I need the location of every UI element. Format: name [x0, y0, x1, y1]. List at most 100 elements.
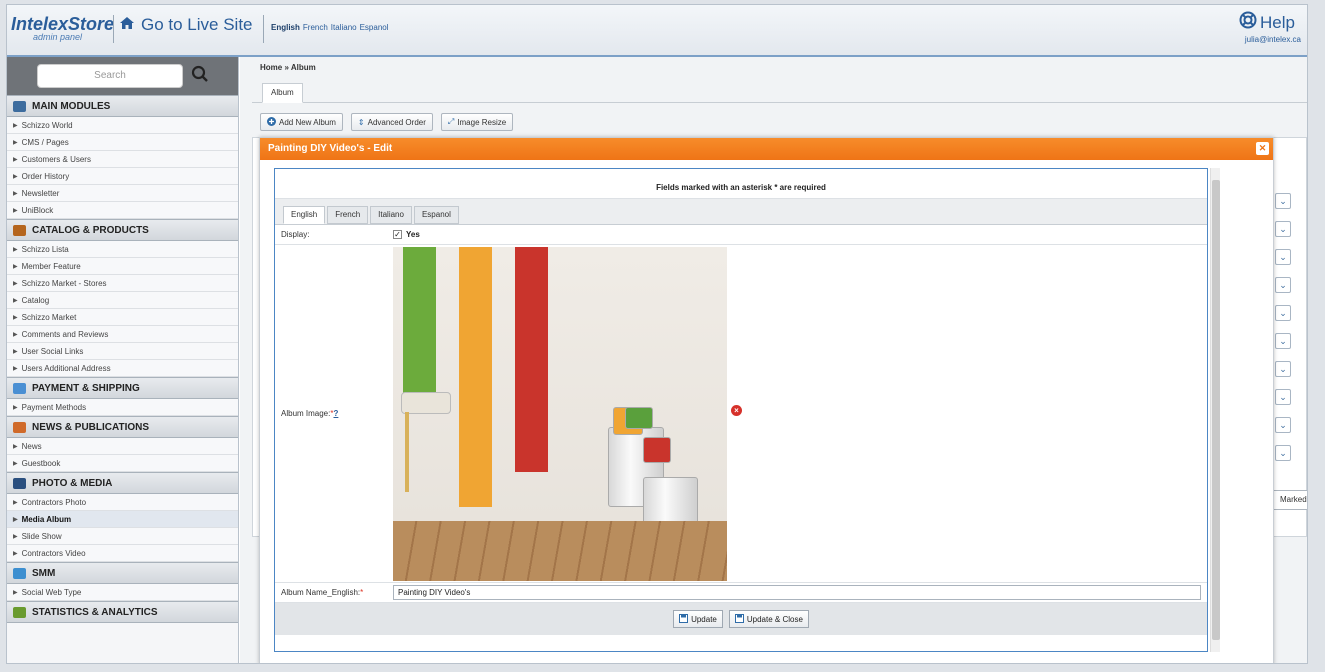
sidebar-item-label: Comments and Reviews — [21, 329, 109, 339]
paint-can-red — [643, 437, 671, 463]
language-tabs: English French Italiano Espanol — [275, 199, 1207, 225]
tab-italiano[interactable]: Italiano — [370, 206, 412, 224]
sidebar-item[interactable]: ▶ Comments and Reviews — [7, 326, 238, 343]
chevron-down-icon[interactable]: ⌄ — [1275, 445, 1291, 461]
section-icon — [13, 606, 26, 618]
sidebar-item-label: Contractors Video — [21, 548, 86, 558]
sidebar-item-label: UniBlock — [21, 205, 54, 215]
chevron-down-icon[interactable]: ⌄ — [1275, 249, 1291, 265]
section-icon — [13, 224, 26, 236]
sidebar: Search MAIN MODULES ▶ Schizzo World ▶ CMS / … — [7, 57, 239, 663]
section-title: NEWS & PUBLICATIONS — [32, 421, 150, 433]
sidebar-search: Search — [7, 57, 238, 95]
section-title: SMM — [32, 567, 56, 579]
sidebar-section-header[interactable]: CATALOG & PRODUCTS — [7, 219, 238, 241]
sidebar-item[interactable]: ▶ Newsletter — [7, 185, 238, 202]
add-new-album-button[interactable]: Add New Album — [260, 113, 343, 131]
sidebar-item-label: Media Album — [21, 514, 72, 524]
chevron-right-icon: ▶ — [13, 263, 18, 270]
chevron-right-icon: ▶ — [13, 297, 18, 304]
go-to-live-site-link[interactable]: Go to Live Site — [119, 15, 253, 35]
remove-image-icon[interactable]: × — [731, 405, 742, 416]
chevron-down-icon[interactable]: ⌄ — [1275, 361, 1291, 377]
tab-album[interactable]: Album — [262, 83, 303, 103]
update-button[interactable]: Update — [673, 610, 723, 628]
chevron-down-icon[interactable]: ⌄ — [1275, 221, 1291, 237]
sidebar-item[interactable]: ▶ Contractors Photo — [7, 494, 238, 511]
roller-handle — [405, 412, 409, 492]
sidebar-item[interactable]: ▶ Schizzo Market - Stores — [7, 275, 238, 292]
sidebar-section-header[interactable]: PHOTO & MEDIA — [7, 472, 238, 494]
close-icon[interactable]: ✕ — [1256, 142, 1269, 155]
sidebar-item[interactable]: ▶ Media Album — [7, 511, 238, 528]
lang-english[interactable]: English — [271, 23, 300, 32]
sidebar-section-header[interactable]: SMM — [7, 562, 238, 584]
sidebar-item-label: Newsletter — [21, 188, 60, 198]
sidebar-section-header[interactable]: STATISTICS & ANALYTICS — [7, 601, 238, 623]
sidebar-item[interactable]: ▶ User Social Links — [7, 343, 238, 360]
sidebar-item[interactable]: ▶ Schizzo Market — [7, 309, 238, 326]
search-icon[interactable] — [189, 65, 211, 87]
sidebar-item[interactable]: ▶ Customers & Users — [7, 151, 238, 168]
sidebar-item-label: Contractors Photo — [21, 497, 87, 507]
chevron-down-icon[interactable]: ⌄ — [1275, 417, 1291, 433]
save-icon — [679, 613, 689, 625]
sidebar-section-header[interactable]: NEWS & PUBLICATIONS — [7, 416, 238, 438]
advanced-order-button[interactable]: ⇕ Advanced Order — [350, 113, 433, 131]
update-close-button[interactable]: Update & Close — [728, 610, 809, 628]
green-paint-stripe — [403, 247, 436, 412]
sidebar-item[interactable]: ▶ Catalog — [7, 292, 238, 309]
sidebar-item[interactable]: ▶ Schizzo Lista — [7, 241, 238, 258]
sidebar-item[interactable]: ▶ Member Feature — [7, 258, 238, 275]
help-link[interactable]: Help — [1239, 11, 1295, 34]
add-new-album-label: Add New Album — [279, 117, 336, 127]
sidebar-section-header[interactable]: PAYMENT & SHIPPING — [7, 377, 238, 399]
search-input[interactable]: Search — [37, 64, 183, 88]
chevron-down-icon[interactable]: ⌄ — [1275, 193, 1291, 209]
section-icon — [13, 567, 26, 579]
dialog-scrollbar[interactable] — [1210, 168, 1220, 652]
sidebar-item[interactable]: ▶ News — [7, 438, 238, 455]
chevron-down-icon[interactable]: ⌄ — [1275, 333, 1291, 349]
sidebar-section-header[interactable]: MAIN MODULES — [7, 95, 238, 117]
lang-espanol[interactable]: Espanol — [360, 23, 389, 32]
live-site-label: Go to Live Site — [141, 15, 253, 34]
home-icon — [119, 15, 135, 35]
display-checkbox[interactable]: ✓ — [393, 230, 402, 239]
sidebar-item[interactable]: ▶ Guestbook — [7, 455, 238, 472]
display-row: Display: ✓ Yes — [275, 225, 1207, 245]
sidebar-item-label: Member Feature — [21, 261, 81, 271]
help-label: Help — [1260, 12, 1295, 32]
chevron-down-icon[interactable]: ⌄ — [1275, 305, 1291, 321]
tab-french[interactable]: French — [327, 206, 369, 224]
sidebar-item[interactable]: ▶ Order History — [7, 168, 238, 185]
help-icon[interactable]: ? — [333, 409, 338, 418]
sidebar-item[interactable]: ▶ CMS / Pages — [7, 134, 238, 151]
chevron-down-icon[interactable]: ⌄ — [1275, 389, 1291, 405]
lang-french[interactable]: French — [303, 23, 328, 32]
tab-english[interactable]: English — [283, 206, 326, 224]
lang-italiano[interactable]: Italiano — [331, 23, 357, 32]
chevron-right-icon: ▶ — [13, 173, 18, 180]
sidebar-item[interactable]: ▶ Schizzo World — [7, 117, 238, 134]
user-email[interactable]: julia@intelex.ca — [1245, 35, 1301, 44]
sidebar-item[interactable]: ▶ Payment Methods — [7, 399, 238, 416]
sidebar-item[interactable]: ▶ Contractors Video — [7, 545, 238, 562]
admin-app-window: IntelexStore admin panel Go to Live Site… — [6, 4, 1308, 664]
dialog-title: Painting DIY Video's - Edit — [268, 143, 393, 154]
logo[interactable]: IntelexStore — [11, 15, 114, 33]
sidebar-item[interactable]: ▶ Slide Show — [7, 528, 238, 545]
sidebar-item[interactable]: ▶ UniBlock — [7, 202, 238, 219]
tab-espanol[interactable]: Espanol — [413, 206, 459, 224]
chevron-right-icon: ▶ — [13, 331, 18, 338]
section-title: PAYMENT & SHIPPING — [32, 382, 140, 394]
marked-button[interactable]: Marked — [1273, 490, 1307, 510]
sidebar-item-label: Schizzo Market - Stores — [21, 278, 107, 288]
chevron-down-icon[interactable]: ⌄ — [1275, 277, 1291, 293]
album-name-input[interactable]: Painting DIY Video's — [393, 585, 1201, 600]
paint-can — [643, 477, 698, 527]
sidebar-item[interactable]: ▶ Users Additional Address — [7, 360, 238, 377]
sidebar-item[interactable]: ▶ Social Web Type — [7, 584, 238, 601]
image-resize-button[interactable]: ⤢ Image Resize — [440, 113, 514, 131]
chevron-right-icon: ▶ — [13, 139, 18, 146]
